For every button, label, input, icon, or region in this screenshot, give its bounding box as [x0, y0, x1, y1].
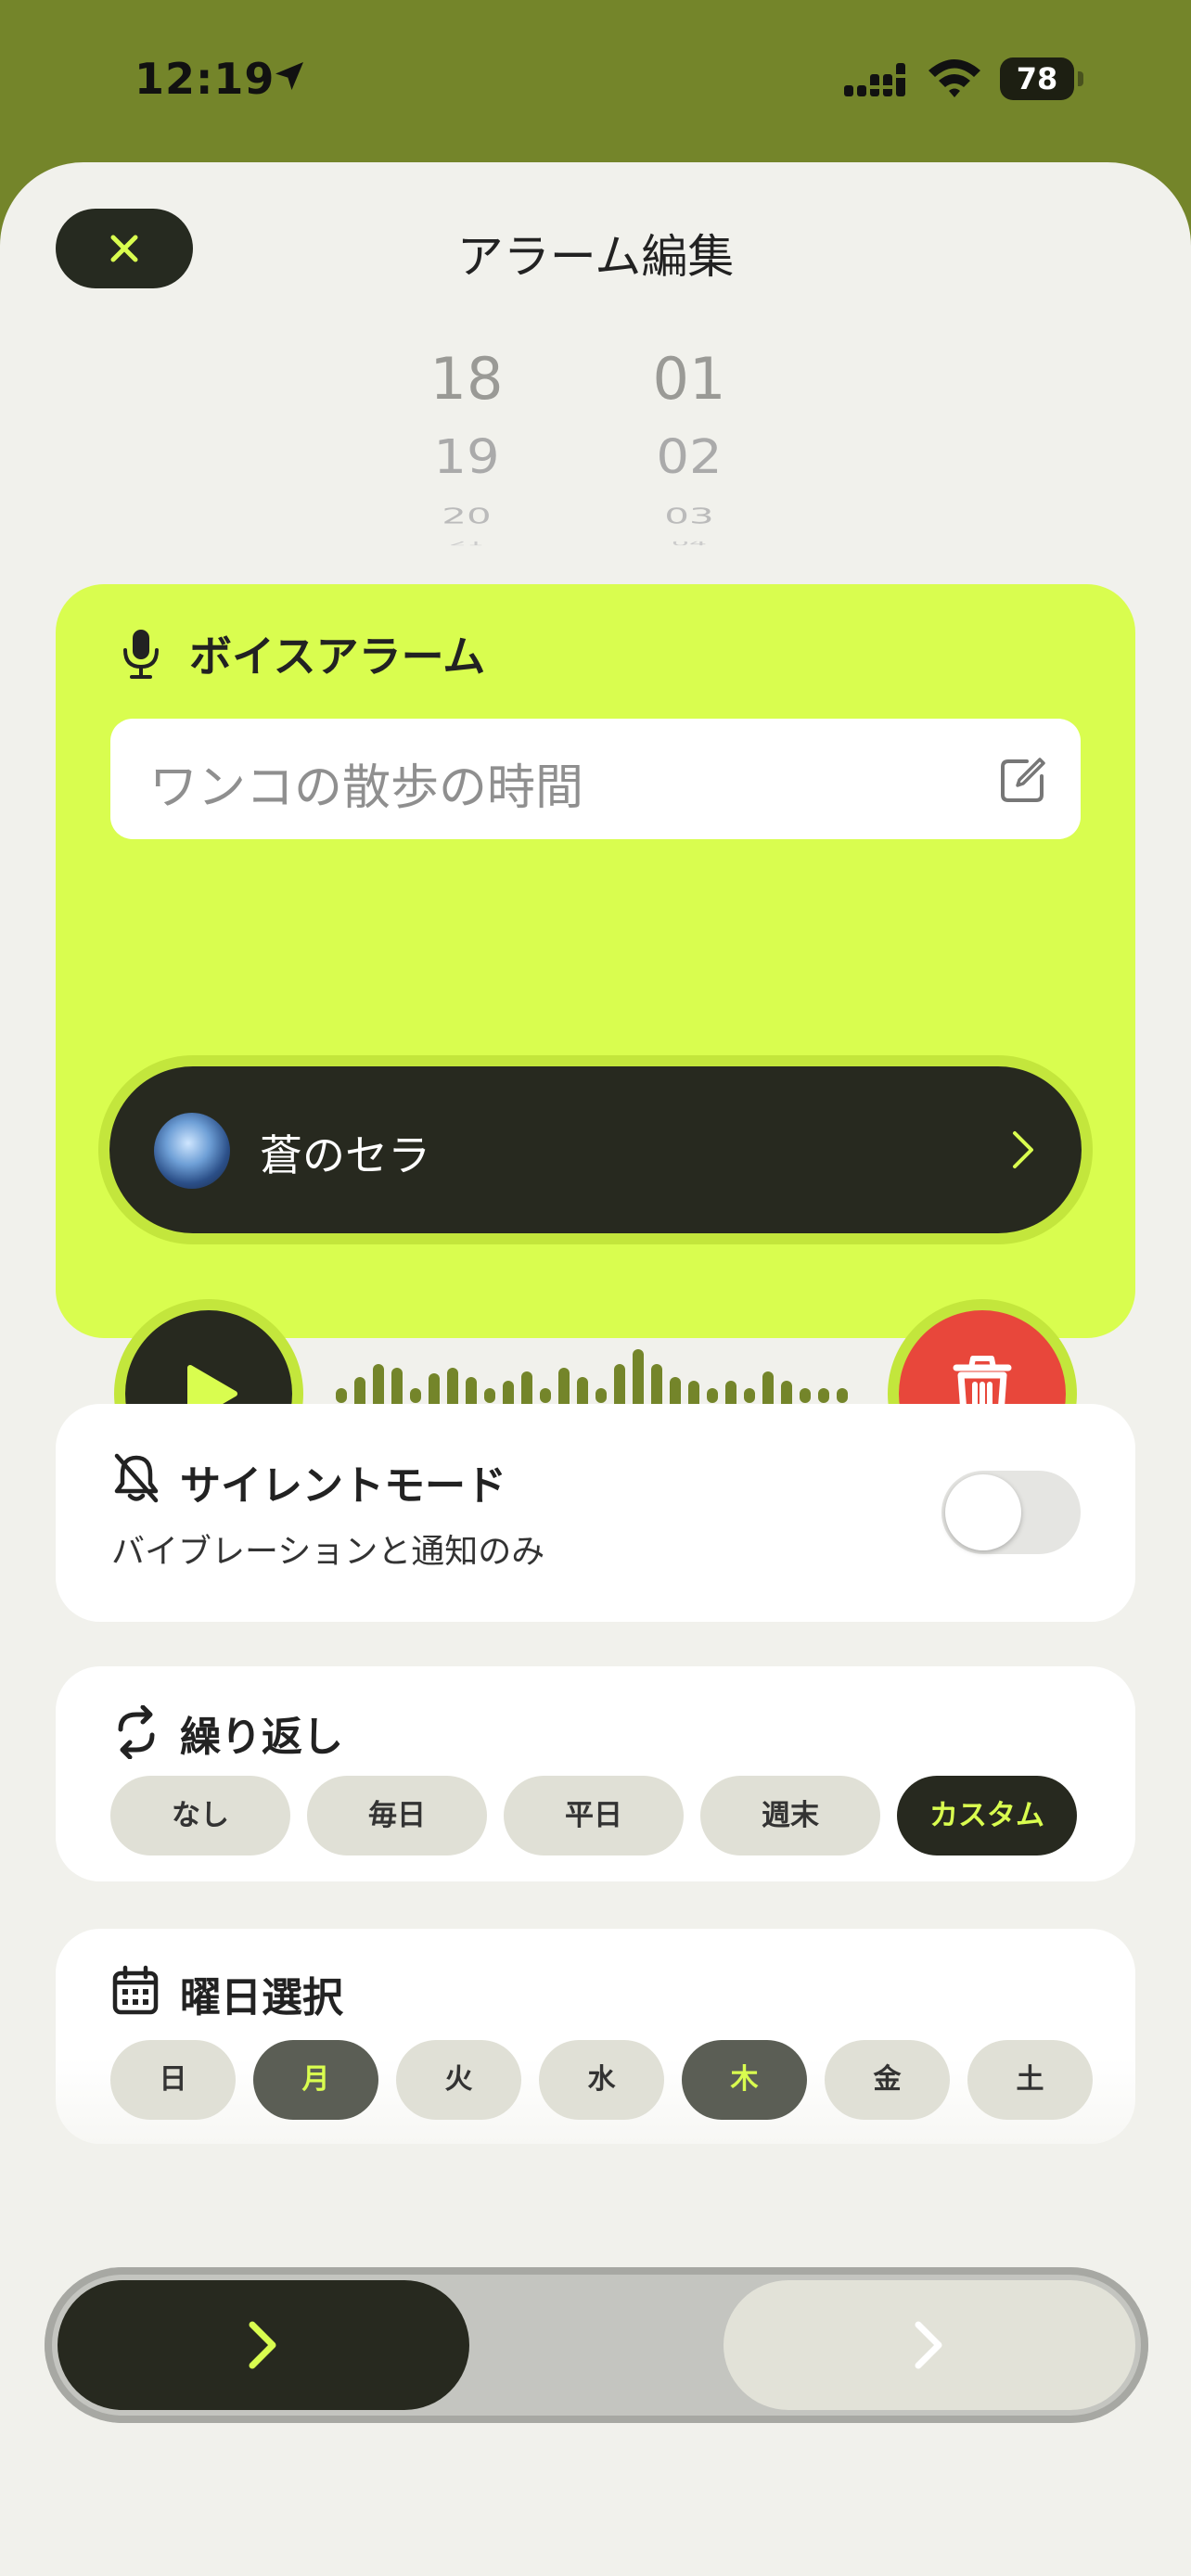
cellular-signal-icon — [844, 63, 905, 96]
repeat-option-custom[interactable]: カスタム — [897, 1776, 1077, 1855]
day-thursday[interactable]: 木 — [682, 2040, 807, 2120]
minute-option[interactable]: 02 — [620, 424, 759, 492]
minute-picker[interactable]: 01 02 03 04 — [620, 338, 759, 550]
silent-mode-description: バイブレーションと通知のみ — [111, 1533, 545, 1571]
silent-mode-toggle[interactable] — [941, 1471, 1081, 1554]
day-friday[interactable]: 金 — [825, 2040, 950, 2120]
voice-alarm-header: ボイスアラーム — [121, 623, 485, 684]
day-saturday[interactable]: 土 — [967, 2040, 1093, 2120]
battery-icon: 78 — [1000, 57, 1085, 100]
voice-character-avatar — [154, 1113, 230, 1189]
repeat-option-weekends[interactable]: 週末 — [700, 1776, 880, 1855]
slider-target — [724, 2280, 1135, 2410]
hour-option[interactable]: 21 — [397, 542, 536, 545]
day-monday[interactable]: 月 — [253, 2040, 378, 2120]
day-sunday[interactable]: 日 — [110, 2040, 236, 2120]
slide-to-save[interactable] — [45, 2267, 1148, 2423]
repeat-options: なし 毎日 平日 週末 カスタム — [110, 1776, 1077, 1855]
bell-slash-icon — [114, 1453, 159, 1503]
wifi-icon — [928, 59, 980, 97]
hour-option[interactable]: 19 — [397, 424, 536, 492]
minute-option[interactable]: 01 — [620, 338, 759, 420]
repeat-option-none[interactable]: なし — [110, 1776, 290, 1855]
microphone-icon — [123, 630, 159, 679]
repeat-icon — [118, 1705, 155, 1759]
hour-picker[interactable]: 18 19 20 21 — [397, 338, 536, 550]
calendar-icon — [112, 1965, 159, 2015]
repeat-card: 繰り返し なし 毎日 平日 週末 カスタム — [56, 1666, 1135, 1881]
repeat-option-weekdays[interactable]: 平日 — [504, 1776, 684, 1855]
day-wednesday[interactable]: 水 — [539, 2040, 664, 2120]
voice-character-name: 蒼のセラ — [260, 1130, 430, 1180]
status-time: 12:19 — [134, 54, 275, 104]
page-title: アラーム編集 — [456, 230, 735, 284]
voice-alarm-card: ボイスアラーム ワンコの散歩の時間 蒼のセラ — [56, 584, 1135, 1477]
voice-alarm-label: ボイスアラーム — [189, 631, 486, 682]
battery-level: 78 — [1016, 61, 1058, 96]
minute-option[interactable]: 04 — [620, 542, 759, 545]
weekday-label: 曜日選択 — [180, 1974, 343, 2021]
silent-mode-card: サイレントモード バイブレーションと通知のみ — [56, 1404, 1135, 1622]
toggle-knob — [945, 1474, 1021, 1550]
alarm-memo-field[interactable]: ワンコの散歩の時間 — [110, 719, 1081, 839]
repeat-label: 繰り返し — [180, 1714, 343, 1761]
status-bar: 12:19 78 — [0, 0, 1191, 162]
weekday-card: 曜日選択 日 月 火 水 木 金 土 — [56, 1929, 1135, 2144]
silent-mode-label: サイレントモード — [180, 1462, 506, 1510]
voice-character-selector[interactable]: 蒼のセラ — [109, 1066, 1082, 1233]
alarm-edit-sheet: アラーム編集 18 19 20 21 01 02 03 04 ボイスアラーム ワ… — [0, 162, 1191, 2576]
repeat-option-daily[interactable]: 毎日 — [307, 1776, 487, 1855]
chevron-right-icon — [915, 2321, 942, 2369]
day-tuesday[interactable]: 火 — [396, 2040, 521, 2120]
hour-option[interactable]: 20 — [397, 505, 536, 528]
weekday-options: 日 月 火 水 木 金 土 — [110, 2040, 1093, 2120]
alarm-memo-text: ワンコの散歩の時間 — [149, 760, 584, 816]
slider-handle[interactable] — [58, 2280, 469, 2410]
location-arrow-icon — [275, 62, 303, 90]
chevron-right-icon — [249, 2321, 276, 2369]
hour-option[interactable]: 18 — [397, 338, 536, 420]
minute-option[interactable]: 03 — [620, 505, 759, 528]
chevron-right-icon — [1013, 1131, 1033, 1168]
edit-icon[interactable] — [999, 756, 1047, 804]
